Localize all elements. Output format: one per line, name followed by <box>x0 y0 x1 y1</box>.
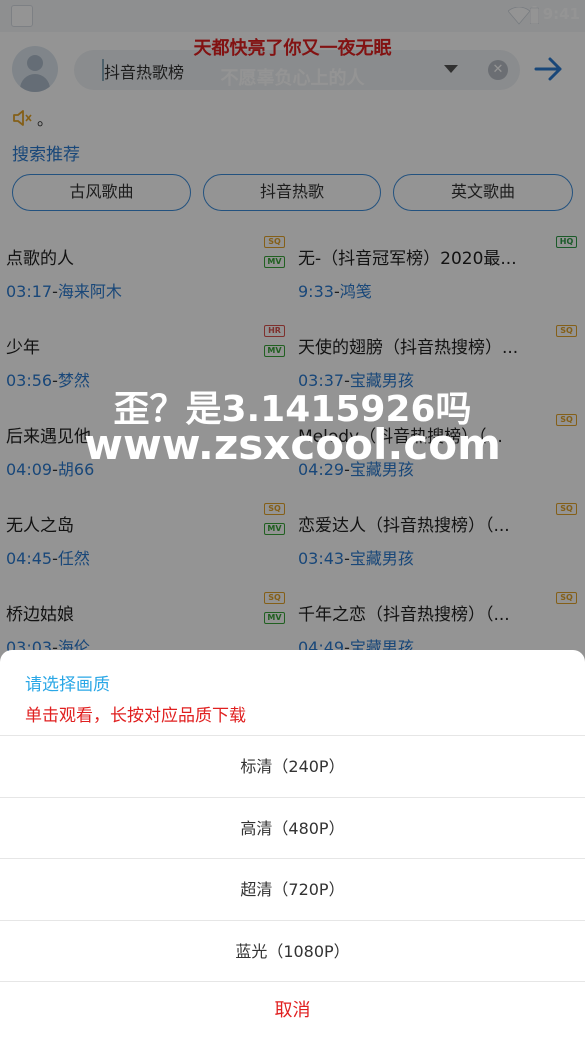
cancel-button[interactable]: 取消 <box>0 982 585 1040</box>
dialog-subtitle: 单击观看，长按对应品质下载 <box>25 706 246 726</box>
dialog-title: 请选择画质 <box>25 675 110 695</box>
option-1080p[interactable]: 蓝光（1080P） <box>0 921 585 982</box>
watermark-line-2: www.zsxcool.com <box>84 420 501 469</box>
option-720p[interactable]: 超清（720P） <box>0 859 585 920</box>
quality-dialog: 请选择画质 单击观看，长按对应品质下载 标清（240P） 高清（480P） 超清… <box>0 650 585 1040</box>
option-240p[interactable]: 标清（240P） <box>0 736 585 797</box>
option-480p[interactable]: 高清（480P） <box>0 798 585 859</box>
